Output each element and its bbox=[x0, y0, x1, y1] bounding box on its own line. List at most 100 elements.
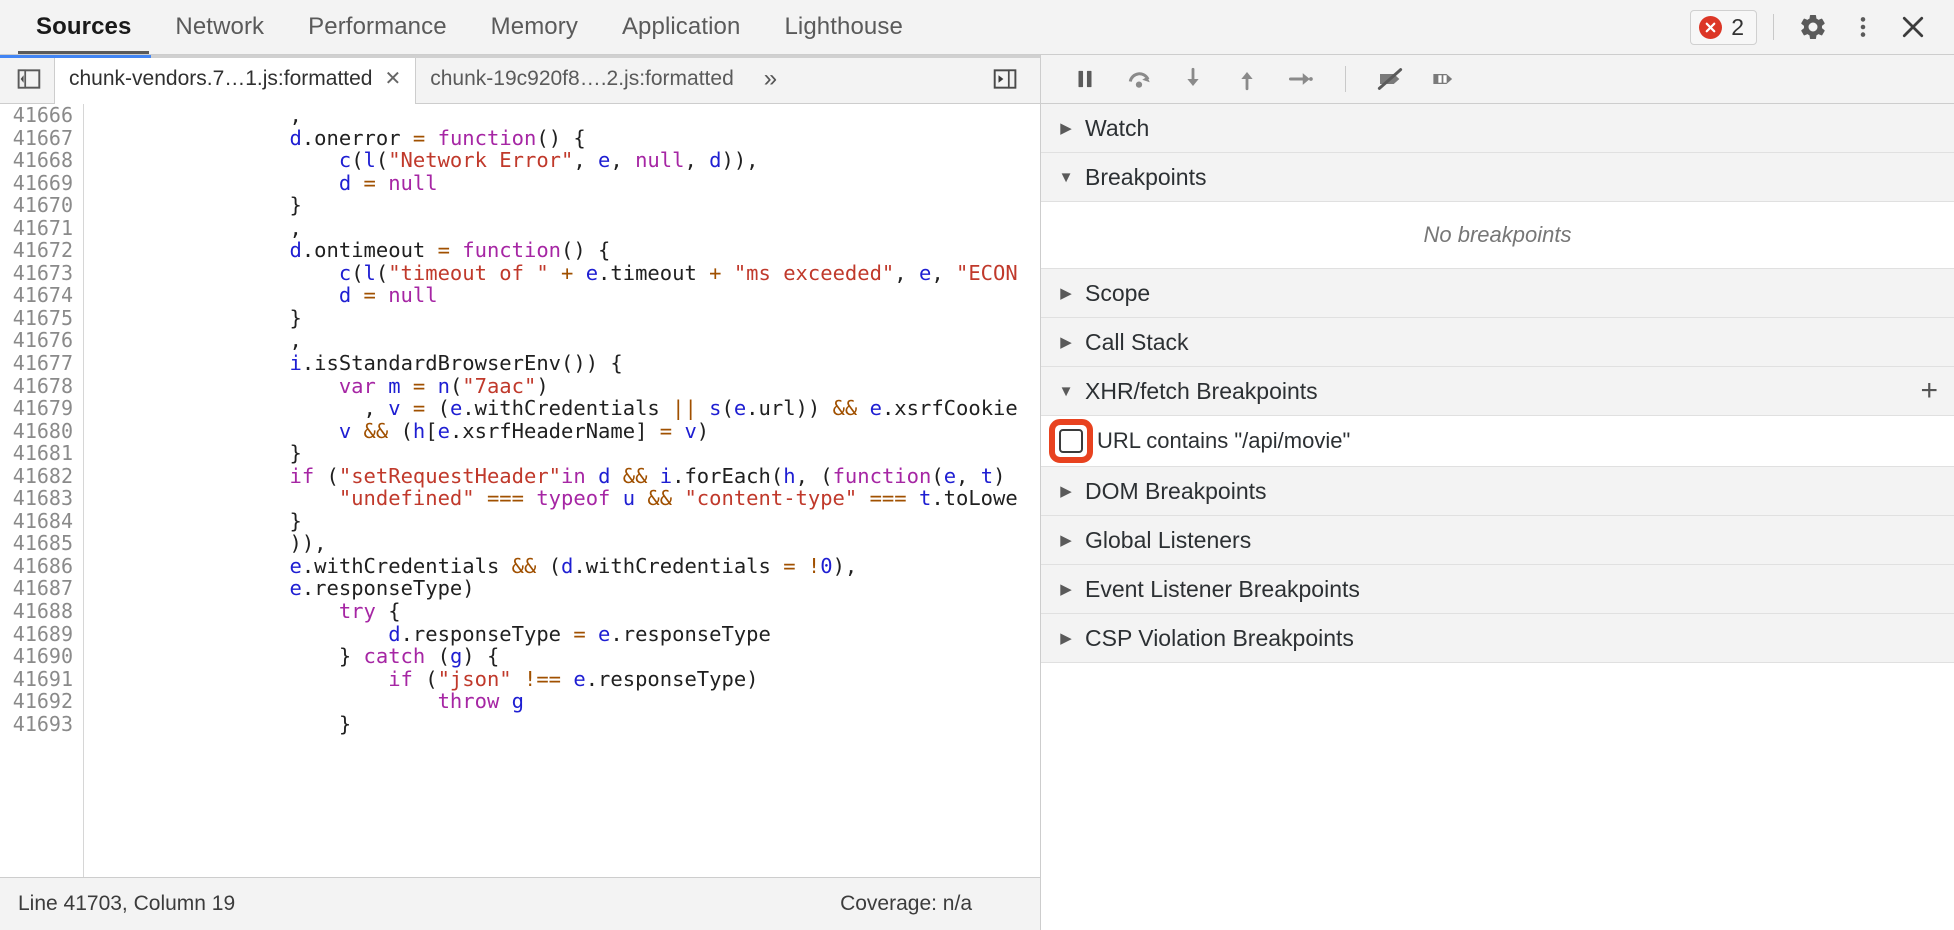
line-number: 41677 bbox=[12, 351, 73, 376]
section-xhr-fetch-breakpoints-label: XHR/fetch Breakpoints bbox=[1085, 377, 1318, 404]
gear-icon[interactable] bbox=[1790, 4, 1836, 50]
chevron-right-icon: ▶ bbox=[1060, 120, 1072, 137]
tab-lighthouse-label: Lighthouse bbox=[784, 13, 903, 40]
tab-application-label: Application bbox=[621, 13, 741, 40]
code-line: )), bbox=[92, 531, 327, 556]
line-number: 41670 bbox=[12, 193, 73, 218]
devtools-main-area: chunk-vendors.7…1.js:formatted ✕ chunk-1… bbox=[0, 55, 1954, 930]
code-line: if ("setRequestHeader"in d && i.forEach(… bbox=[289, 463, 1006, 488]
line-number: 41679 bbox=[12, 396, 73, 421]
line-number: 41689 bbox=[12, 621, 73, 646]
line-number: 41693 bbox=[12, 711, 73, 736]
code-line: } catch (g) { bbox=[92, 644, 500, 669]
chevron-right-icon: ▶ bbox=[1060, 532, 1072, 549]
cursor-position-label: Line 41703, Column 19 bbox=[18, 892, 236, 915]
section-dom-breakpoints-label: DOM Breakpoints bbox=[1085, 477, 1267, 504]
code-line: , bbox=[92, 328, 302, 353]
section-xhr-fetch-breakpoints[interactable]: ▼ XHR/fetch Breakpoints + bbox=[1041, 367, 1954, 416]
chevron-right-icon: ▶ bbox=[1060, 630, 1072, 647]
tab-application[interactable]: Application bbox=[600, 0, 763, 54]
chevron-right-icon: ▶ bbox=[1060, 334, 1072, 351]
line-number-gutter: 41666 41667 41668 41669 41670 41671 41672 41673… bbox=[0, 104, 84, 877]
section-watch[interactable]: ▶ Watch bbox=[1041, 104, 1954, 153]
file-tab-chunk-vendors[interactable]: chunk-vendors.7…1.js:formatted ✕ bbox=[54, 55, 417, 104]
code-line: var m = n("7aac") bbox=[338, 373, 549, 398]
tab-lighthouse[interactable]: Lighthouse bbox=[762, 0, 924, 54]
line-number: 41667 bbox=[12, 125, 73, 150]
coverage-label: Coverage: n/a bbox=[840, 892, 972, 915]
file-tabbar-right bbox=[976, 66, 1040, 92]
line-number: 41669 bbox=[12, 170, 73, 195]
chevron-right-icon: ▶ bbox=[1060, 483, 1072, 500]
close-icon[interactable]: ✕ bbox=[384, 69, 401, 89]
line-number: 41673 bbox=[12, 260, 73, 285]
add-xhr-breakpoint-icon[interactable]: + bbox=[1920, 376, 1938, 406]
tab-performance[interactable]: Performance bbox=[286, 0, 469, 54]
line-number: 41683 bbox=[12, 486, 73, 511]
tab-memory-label: Memory bbox=[490, 13, 578, 40]
step-into-icon[interactable] bbox=[1169, 59, 1217, 99]
file-tab-chunk-19c920f8[interactable]: chunk-19c920f8….2.js:formatted bbox=[416, 55, 748, 103]
show-navigator-icon[interactable] bbox=[6, 66, 52, 92]
code-line: e.responseType) bbox=[289, 576, 475, 601]
section-global-listeners-label: Global Listeners bbox=[1085, 526, 1252, 553]
code-line: } bbox=[92, 305, 302, 330]
line-number: 41672 bbox=[12, 238, 73, 263]
section-global-listeners[interactable]: ▶ Global Listeners bbox=[1041, 516, 1954, 565]
step-out-icon[interactable] bbox=[1223, 59, 1271, 99]
xhr-breakpoint-row[interactable]: URL contains "/api/movie" bbox=[1041, 416, 1954, 466]
section-scope[interactable]: ▶ Scope bbox=[1041, 269, 1954, 318]
kebab-menu-icon[interactable] bbox=[1840, 4, 1886, 50]
step-icon[interactable] bbox=[1277, 59, 1325, 99]
chevron-down-icon: ▼ bbox=[1058, 168, 1074, 186]
section-call-stack[interactable]: ▶ Call Stack bbox=[1041, 318, 1954, 367]
file-tab-strip: chunk-vendors.7…1.js:formatted ✕ chunk-1… bbox=[0, 55, 1040, 104]
code-line: throw g bbox=[437, 689, 524, 714]
line-number: 41668 bbox=[12, 148, 73, 173]
section-event-listener-breakpoints[interactable]: ▶ Event Listener Breakpoints bbox=[1041, 565, 1954, 614]
tab-performance-label: Performance bbox=[308, 13, 447, 40]
xhr-breakpoint-label: URL contains "/api/movie" bbox=[1097, 428, 1351, 453]
editor-status-bar: Line 41703, Column 19 Coverage: n/a bbox=[0, 877, 1040, 930]
line-number: 41686 bbox=[12, 553, 73, 578]
close-icon[interactable] bbox=[1890, 4, 1936, 50]
tab-sources[interactable]: Sources bbox=[14, 0, 153, 54]
tab-network[interactable]: Network bbox=[153, 0, 286, 54]
debugger-sections: ▶ Watch ▼ Breakpoints No breakpoints ▶ S… bbox=[1041, 104, 1954, 930]
section-csp-violation-breakpoints[interactable]: ▶ CSP Violation Breakpoints bbox=[1041, 614, 1954, 663]
file-tabs-overflow-button[interactable]: » bbox=[748, 55, 793, 103]
file-tab-label: chunk-vendors.7…1.js:formatted bbox=[69, 67, 373, 90]
section-dom-breakpoints[interactable]: ▶ DOM Breakpoints bbox=[1041, 467, 1954, 516]
section-breakpoints-label: Breakpoints bbox=[1085, 163, 1207, 190]
line-number: 41690 bbox=[12, 644, 73, 669]
xhr-breakpoint-checkbox[interactable] bbox=[1059, 429, 1083, 453]
section-breakpoints[interactable]: ▼ Breakpoints bbox=[1041, 153, 1954, 202]
chevron-right-icon: ▶ bbox=[1060, 581, 1072, 598]
line-number: 41685 bbox=[12, 531, 73, 556]
devtools-window: Sources Network Performance Memory Appli… bbox=[0, 0, 1954, 930]
deactivate-breakpoints-icon[interactable] bbox=[1366, 59, 1414, 99]
chevron-right-icon: ▶ bbox=[1060, 285, 1072, 302]
xhr-breakpoints-list: URL contains "/api/movie" bbox=[1041, 416, 1954, 467]
error-count-badge[interactable]: 2 bbox=[1690, 9, 1757, 45]
section-watch-label: Watch bbox=[1085, 114, 1150, 141]
code-editor[interactable]: 41666 41667 41668 41669 41670 41671 41672 41673… bbox=[0, 104, 1040, 877]
code-line: try { bbox=[338, 599, 401, 624]
panel-tab-list: Sources Network Performance Memory Appli… bbox=[0, 0, 925, 54]
line-number: 41666 bbox=[12, 104, 73, 127]
tab-memory[interactable]: Memory bbox=[469, 0, 600, 54]
line-number: 41692 bbox=[12, 689, 73, 714]
error-icon bbox=[1699, 15, 1723, 39]
step-over-icon[interactable] bbox=[1115, 59, 1163, 99]
tab-sources-label: Sources bbox=[36, 13, 132, 40]
file-tab-label: chunk-19c920f8….2.js:formatted bbox=[430, 67, 734, 90]
pause-on-exceptions-icon[interactable] bbox=[1420, 59, 1468, 99]
pause-icon[interactable] bbox=[1061, 59, 1109, 99]
code-line: d.onerror = function() { bbox=[289, 125, 586, 150]
code-line: d = null bbox=[338, 283, 438, 308]
code-line: } bbox=[92, 711, 352, 736]
section-call-stack-label: Call Stack bbox=[1085, 328, 1189, 355]
line-number: 41675 bbox=[12, 305, 73, 330]
show-debugger-sidebar-icon[interactable] bbox=[982, 66, 1028, 92]
code-content[interactable]: , d.onerror = function() { c(l("Network … bbox=[84, 104, 1040, 877]
